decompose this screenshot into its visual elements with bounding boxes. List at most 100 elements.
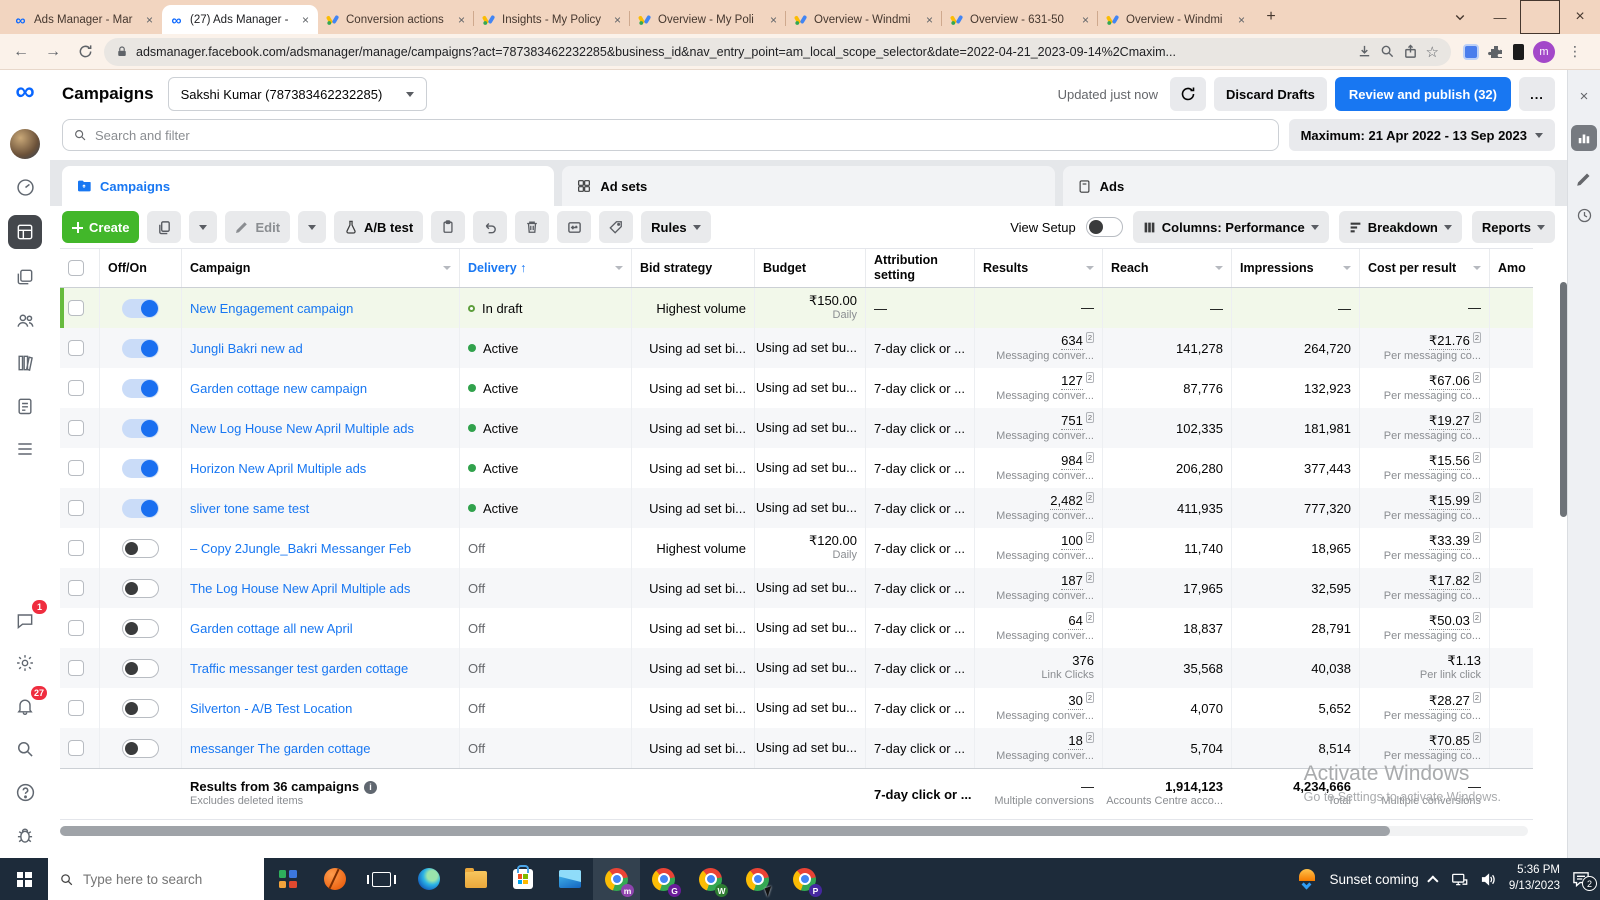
notifications-bell-icon[interactable]: 27: [8, 686, 47, 721]
row-checkbox[interactable]: [68, 660, 84, 676]
cost-value[interactable]: ₹15.56: [1429, 453, 1470, 470]
results-value[interactable]: 984: [1061, 453, 1083, 470]
volume-icon[interactable]: [1480, 872, 1497, 887]
results-value[interactable]: 64: [1068, 613, 1083, 630]
taskbar-app-basketball[interactable]: [311, 858, 358, 900]
vertical-scrollbar-thumb[interactable]: [1560, 282, 1567, 517]
taskbar-mail-icon[interactable]: [546, 858, 593, 900]
results-value[interactable]: 2,482: [1050, 493, 1083, 510]
audiences-icon[interactable]: [8, 305, 42, 335]
browser-menu-icon[interactable]: ⋮: [1564, 43, 1586, 60]
campaign-link[interactable]: New Log House New April Multiple ads: [190, 421, 414, 436]
select-all-checkbox[interactable]: [68, 260, 84, 276]
taskbar-edge-icon[interactable]: [405, 858, 452, 900]
browser-profile-avatar[interactable]: m: [1533, 40, 1555, 63]
results-value[interactable]: 18: [1068, 733, 1083, 750]
browser-tab[interactable]: ∞ Overview - 631-50 ×: [941, 5, 1098, 34]
campaign-toggle[interactable]: [122, 618, 159, 638]
campaign-link[interactable]: – Copy 2Jungle_Bakri Messanger Feb: [190, 541, 411, 556]
browser-tab[interactable]: ∞ Conversion actions ×: [318, 5, 474, 34]
campaign-toggle[interactable]: [122, 578, 159, 598]
meta-logo[interactable]: ∞: [15, 78, 34, 105]
tab-close-icon[interactable]: ×: [768, 13, 779, 27]
review-publish-button[interactable]: Review and publish (32): [1334, 77, 1511, 111]
export-button[interactable]: [557, 211, 592, 243]
action-center-icon[interactable]: 2: [1572, 871, 1597, 891]
close-panel-icon[interactable]: ×: [1580, 88, 1589, 105]
delete-button[interactable]: [515, 211, 550, 243]
tab-close-icon[interactable]: ×: [924, 13, 935, 27]
campaign-link[interactable]: The Log House New April Multiple ads: [190, 581, 410, 596]
weather-text[interactable]: Sunset coming: [1330, 872, 1419, 887]
campaign-toggle[interactable]: [122, 338, 159, 358]
campaign-toggle[interactable]: [122, 378, 159, 398]
charts-panel-icon[interactable]: [1571, 125, 1597, 151]
header-cost[interactable]: Cost per result: [1360, 249, 1490, 287]
horizontal-scrollbar-thumb[interactable]: [60, 826, 1390, 836]
minimize-button[interactable]: —: [1480, 0, 1520, 34]
tab-close-icon[interactable]: ×: [456, 13, 467, 27]
new-tab-button[interactable]: +: [1258, 4, 1284, 30]
campaign-link[interactable]: Garden cottage new campaign: [190, 381, 367, 396]
cost-value[interactable]: ₹33.39: [1429, 533, 1470, 550]
ad-account-selector[interactable]: Sakshi Kumar (787383462232285): [167, 77, 428, 111]
breakdown-button[interactable]: Breakdown: [1338, 211, 1462, 243]
taskbar-store-icon[interactable]: [499, 858, 546, 900]
events-manager-icon[interactable]: [8, 391, 42, 421]
duplicate-caret-button[interactable]: [189, 211, 218, 243]
zoom-icon[interactable]: [1380, 44, 1395, 59]
browser-tab[interactable]: ∞ Insights - My Policy ×: [473, 5, 630, 34]
messages-icon[interactable]: 1: [8, 600, 47, 635]
discard-drafts-button[interactable]: Discard Drafts: [1214, 77, 1327, 111]
header-attribution[interactable]: Attribution setting: [866, 249, 975, 287]
results-value[interactable]: 30: [1068, 693, 1083, 710]
rail-search-icon[interactable]: [8, 734, 42, 764]
cost-value[interactable]: ₹28.27: [1429, 693, 1470, 710]
view-setup-toggle[interactable]: [1085, 217, 1123, 237]
campaign-link[interactable]: Silverton - A/B Test Location: [190, 701, 352, 716]
taskbar-chrome-icon[interactable]: [734, 858, 781, 900]
more-options-button[interactable]: ...: [1519, 77, 1555, 111]
campaign-toggle[interactable]: [122, 298, 159, 318]
refresh-button[interactable]: [1170, 77, 1207, 111]
header-bid-strategy[interactable]: Bid strategy: [632, 249, 755, 287]
extension-icon[interactable]: [1463, 43, 1479, 60]
cost-value[interactable]: ₹67.06: [1429, 373, 1470, 390]
row-checkbox[interactable]: [68, 620, 84, 636]
clipboard-button[interactable]: [431, 211, 466, 243]
tab-close-icon[interactable]: ×: [1080, 13, 1091, 27]
cost-value[interactable]: ₹15.99: [1429, 493, 1470, 510]
ab-test-button[interactable]: A/B test: [334, 211, 424, 243]
header-amount[interactable]: Amo: [1490, 249, 1533, 287]
header-results[interactable]: Results: [975, 249, 1103, 287]
info-icon[interactable]: i: [364, 780, 378, 794]
campaign-link[interactable]: messanger The garden cottage: [190, 741, 370, 756]
weather-sun-icon[interactable]: [1296, 868, 1318, 890]
browser-tab[interactable]: ∞ (27) Ads Manager - ×: [162, 5, 318, 34]
vertical-scrollbar[interactable]: [1560, 248, 1567, 788]
taskbar-file-explorer-icon[interactable]: [452, 858, 499, 900]
header-impressions[interactable]: Impressions: [1232, 249, 1360, 287]
results-value[interactable]: 376: [1072, 653, 1094, 669]
hidden-icons-chevron[interactable]: [1427, 875, 1439, 887]
row-checkbox[interactable]: [68, 500, 84, 516]
restore-button[interactable]: [1520, 0, 1560, 34]
settings-gear-icon[interactable]: [8, 648, 42, 678]
back-icon[interactable]: ←: [8, 39, 34, 65]
taskbar-chrome-icon[interactable]: G: [640, 858, 687, 900]
browser-tab[interactable]: ∞ Ads Manager - Mar ×: [6, 5, 162, 34]
task-view-button[interactable]: [358, 858, 405, 900]
tab-close-icon[interactable]: ×: [1236, 13, 1247, 27]
header-delivery[interactable]: Delivery ↑: [460, 249, 632, 287]
taskbar-clock[interactable]: 5:36 PM 9/13/2023: [1509, 863, 1560, 894]
row-checkbox[interactable]: [68, 700, 84, 716]
row-checkbox[interactable]: [68, 380, 84, 396]
row-checkbox[interactable]: [68, 740, 84, 756]
row-checkbox[interactable]: [68, 580, 84, 596]
network-icon[interactable]: [1451, 872, 1468, 887]
campaign-link[interactable]: Traffic messanger test garden cottage: [190, 661, 408, 676]
tab-close-icon[interactable]: ×: [300, 13, 311, 27]
row-checkbox[interactable]: [68, 540, 84, 556]
catalog-icon[interactable]: [8, 348, 42, 378]
tab-ad-sets[interactable]: Ad sets: [562, 166, 1055, 206]
